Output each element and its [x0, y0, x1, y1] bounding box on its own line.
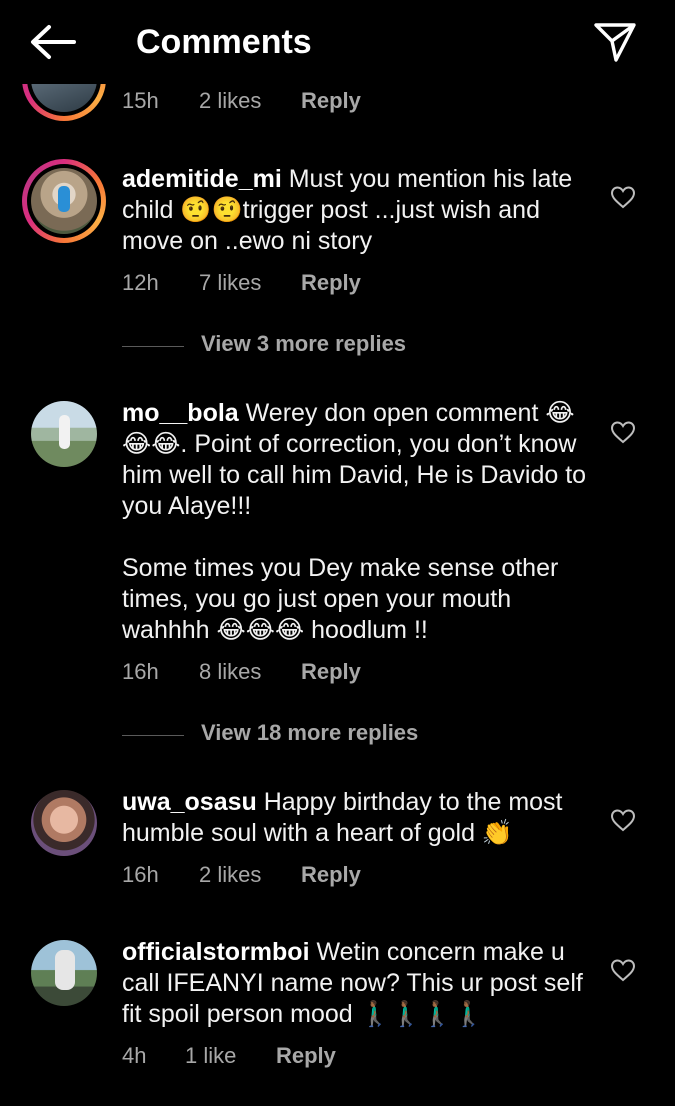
heart-outline-icon[interactable]: [610, 808, 636, 832]
comment-time: 12h: [122, 270, 159, 295]
share-button[interactable]: [592, 20, 638, 64]
comment-username[interactable]: mo__bola: [122, 399, 239, 427]
avatar[interactable]: [31, 940, 97, 1006]
comment-username[interactable]: uwa_osasu: [122, 788, 257, 816]
comment-username[interactable]: ademitide_mi: [122, 165, 282, 193]
heart-outline-icon[interactable]: [610, 185, 636, 209]
heart-outline-icon[interactable]: [610, 958, 636, 982]
back-button[interactable]: [28, 22, 78, 62]
comment-time: 15h: [122, 88, 159, 113]
reply-button[interactable]: Reply: [301, 659, 361, 685]
comment-likes[interactable]: 2 likes: [199, 862, 261, 888]
comment-likes[interactable]: 2 likes: [199, 88, 261, 114]
heart-outline-icon[interactable]: [610, 420, 636, 444]
comment-username[interactable]: officialstormboi: [122, 938, 310, 966]
top-bar: Comments: [0, 0, 675, 84]
comment-text: ademitide_mi Must you mention his late c…: [122, 164, 592, 257]
page-title: Comments: [136, 23, 312, 61]
avatar-story-ring[interactable]: [22, 159, 106, 243]
reply-button[interactable]: Reply: [276, 1043, 336, 1069]
view-more-replies[interactable]: View 3 more replies: [201, 331, 406, 357]
comment-time: 4h: [122, 1043, 147, 1068]
reply-button[interactable]: Reply: [301, 270, 361, 296]
reply-button[interactable]: Reply: [301, 88, 361, 114]
comment-time: 16h: [122, 659, 159, 684]
comment-likes[interactable]: 7 likes: [199, 270, 261, 296]
view-replies-row[interactable]: View 3 more replies: [122, 331, 522, 361]
comment-time: 16h: [122, 862, 159, 887]
avatar: [31, 168, 97, 234]
avatar[interactable]: [31, 790, 97, 856]
comment-text: uwa_osasu Happy birthday to the most hum…: [122, 787, 592, 849]
divider: [122, 735, 184, 736]
arrow-left-icon: [31, 25, 76, 59]
comment-likes[interactable]: 8 likes: [199, 659, 261, 685]
comment-likes[interactable]: 1 like: [185, 1043, 236, 1069]
view-more-replies[interactable]: View 18 more replies: [201, 720, 418, 746]
view-replies-row[interactable]: View 18 more replies: [122, 720, 522, 750]
avatar[interactable]: [31, 401, 97, 467]
reply-button[interactable]: Reply: [301, 862, 361, 888]
comment-text: officialstormboi Wetin concern make u ca…: [122, 937, 592, 1030]
paper-plane-icon: [594, 23, 636, 62]
divider: [122, 346, 184, 347]
comment-text: mo__bola Werey don open comment 😂😂😂. Poi…: [122, 398, 592, 646]
comment-body: Werey don open comment 😂😂😂. Point of cor…: [122, 399, 587, 644]
